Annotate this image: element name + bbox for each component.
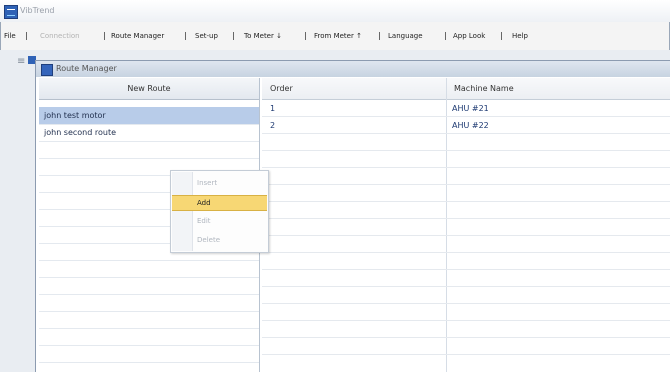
column-divider [446,78,447,372]
menu-separator: | [500,31,503,40]
grid-row-line [262,133,670,134]
route-empty-row [39,345,259,363]
column-header-order[interactable]: Order [262,78,446,100]
app-icon [4,5,18,19]
window-icon [41,64,53,76]
column-header-label: Machine Name [454,84,514,93]
menu-separator: | [103,31,106,40]
context-menu-edit[interactable]: Edit [172,214,267,228]
app-titlebar: VibTrend [0,0,670,22]
route-machine-grid: Order Machine Name 1 AHU #21 2 AHU #22 [262,78,670,372]
grid-row-line [262,235,670,236]
app-title: VibTrend [20,6,55,15]
route-empty-row [39,277,259,295]
context-menu-label: Insert [197,179,218,187]
route-empty-row [39,311,259,329]
menu-language[interactable]: Language [388,32,423,40]
grid-row-line [262,184,670,185]
cell-order[interactable]: 1 [270,104,275,113]
menu-separator: | [304,31,307,40]
new-route-label: New Route [127,84,171,93]
cell-machine-name[interactable]: AHU #22 [452,121,489,130]
menu-separator: | [378,31,381,40]
context-menu: Insert Add Edit Delete [170,170,269,253]
route-item-label: john test motor [44,111,106,120]
menu-separator: | [184,31,187,40]
menu-route-manager[interactable]: Route Manager [111,32,164,40]
route-empty-row [39,294,259,312]
grid-row-line [262,218,670,219]
column-header-label: Order [270,84,293,93]
route-manager-window: Route Manager New Route john test motor … [35,60,670,372]
route-manager-body: New Route john test motor john second ro… [36,77,670,372]
context-menu-add[interactable]: Add [172,195,267,211]
menu-app-look[interactable]: App Look [453,32,485,40]
grid-row-line [262,354,670,355]
grid-row-line [262,337,670,338]
menu-file[interactable]: File [4,32,16,40]
route-item[interactable]: john second route [39,124,259,142]
grid-row-line [262,303,670,304]
new-route-header[interactable]: New Route [39,78,259,100]
menu-bar: File | Connection | Route Manager | Set-… [0,28,670,46]
context-menu-insert[interactable]: Insert [172,176,267,190]
menu-separator: | [25,31,28,40]
grid-row-line [262,201,670,202]
context-menu-delete[interactable]: Delete [172,233,267,247]
grid-row-line [262,286,670,287]
menu-from-meter[interactable]: From Meter ↑ [314,32,362,40]
menu-connection[interactable]: Connection [40,32,80,40]
grid-row-line [262,269,670,270]
context-menu-label: Delete [197,236,220,244]
route-item-label: john second route [44,128,117,137]
route-empty-row [39,260,259,278]
context-menu-label: Add [197,199,211,207]
route-manager-titlebar[interactable]: Route Manager [36,61,670,77]
cell-order[interactable]: 2 [270,121,275,130]
menu-separator: | [444,31,447,40]
cell-machine-name[interactable]: AHU #21 [452,104,489,113]
grid-row-line [262,252,670,253]
grid-row-line [262,150,670,151]
tree-expand-icon[interactable]: ≡ [17,56,25,67]
column-header-machine-name[interactable]: Machine Name [446,78,670,100]
grid-row-line [262,116,670,117]
grid-row-line [262,320,670,321]
grid-row-line [262,167,670,168]
route-empty-row [39,141,259,159]
route-item[interactable]: john test motor [39,107,259,125]
window-title: Route Manager [56,64,117,73]
menu-to-meter[interactable]: To Meter ↓ [244,32,282,40]
route-empty-row [39,328,259,346]
context-menu-label: Edit [197,217,211,225]
menu-separator: | [232,31,235,40]
menu-setup[interactable]: Set-up [195,32,218,40]
menu-help[interactable]: Help [512,32,528,40]
